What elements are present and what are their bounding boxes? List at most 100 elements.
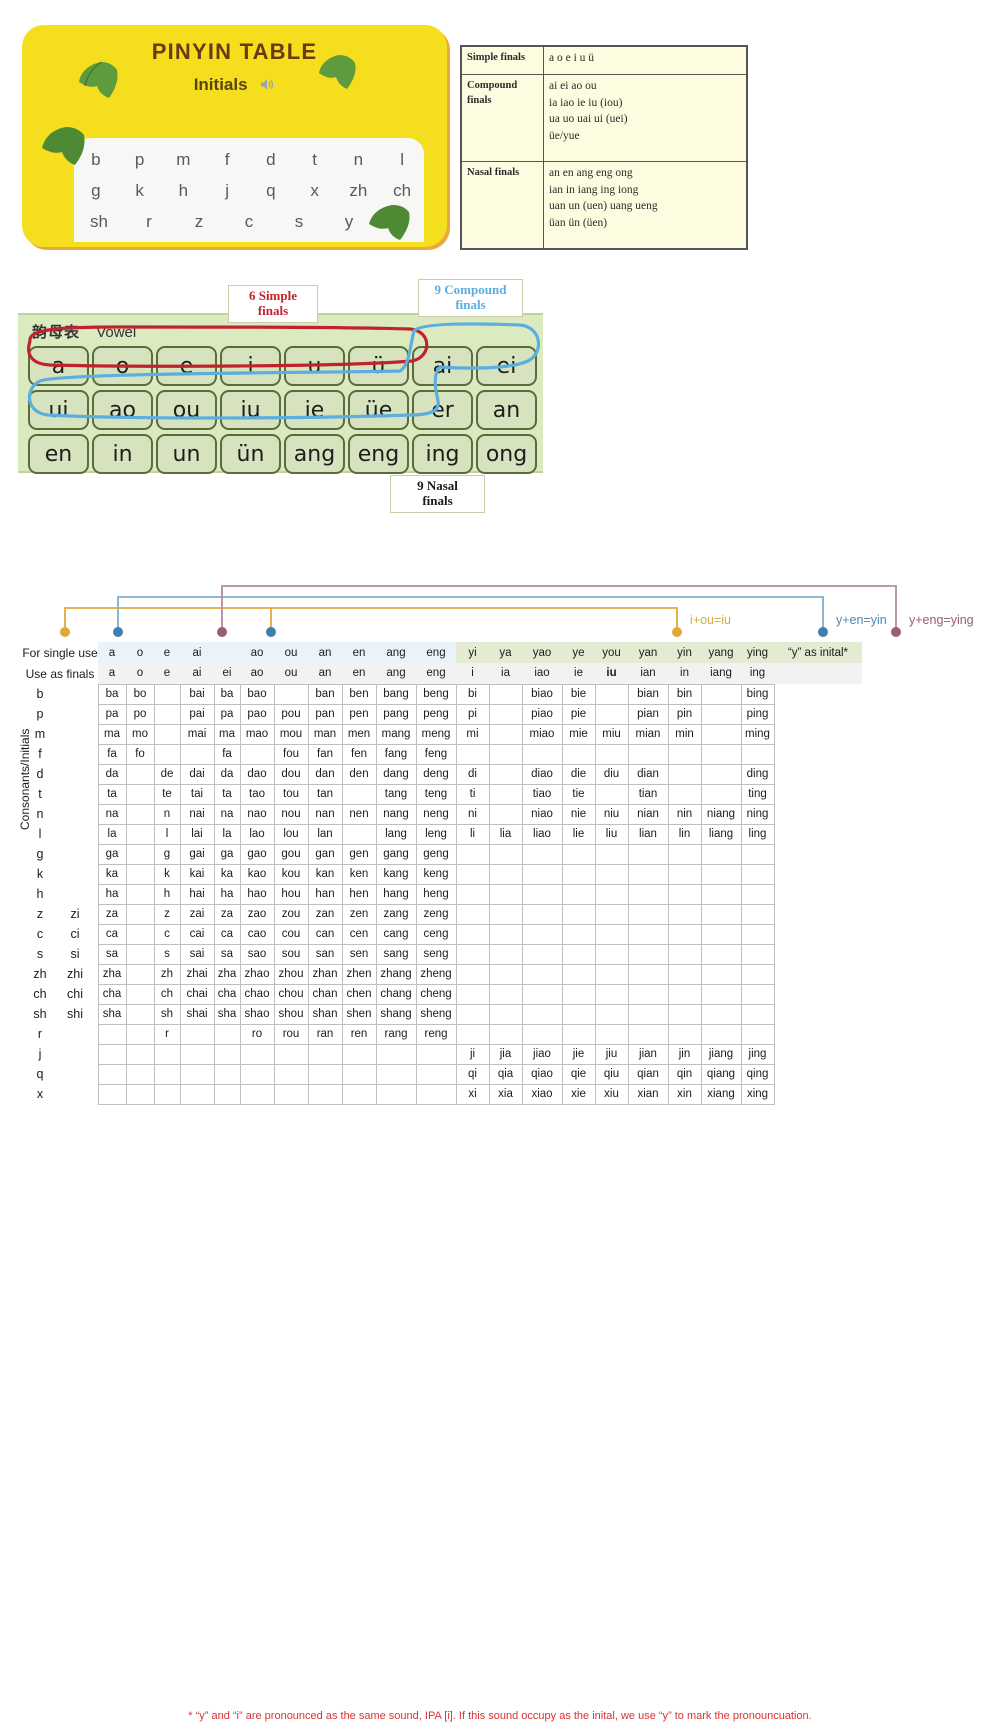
syllable-cell[interactable]: fa bbox=[213, 743, 241, 765]
syllable-cell[interactable]: keng bbox=[415, 863, 457, 885]
syllable-cell[interactable]: la bbox=[97, 823, 127, 845]
syllable-cell[interactable]: ba bbox=[97, 683, 127, 705]
syllable-cell[interactable]: sa bbox=[97, 943, 127, 965]
syllable-cell[interactable]: leng bbox=[415, 823, 457, 845]
syllable-cell[interactable]: gou bbox=[273, 843, 309, 865]
syllable-cell[interactable]: la bbox=[213, 823, 241, 845]
syllable-cell[interactable]: qing bbox=[740, 1063, 775, 1085]
syllable-cell[interactable]: qiu bbox=[594, 1063, 629, 1085]
syllable-cell[interactable]: zang bbox=[375, 903, 417, 925]
syllable-cell[interactable]: pao bbox=[239, 703, 275, 725]
syllable-cell[interactable]: dian bbox=[627, 763, 669, 785]
initial-h[interactable]: h bbox=[173, 181, 193, 201]
syllable-cell[interactable]: chen bbox=[341, 983, 377, 1005]
syllable-cell[interactable]: pan bbox=[307, 703, 343, 725]
syllable-cell[interactable]: chou bbox=[273, 983, 309, 1005]
syllable-cell[interactable]: xiu bbox=[594, 1083, 629, 1105]
syllable-cell[interactable]: rou bbox=[273, 1023, 309, 1045]
syllable-cell[interactable]: sen bbox=[341, 943, 377, 965]
syllable-cell[interactable]: ba bbox=[213, 683, 241, 705]
syllable-cell[interactable]: lao bbox=[239, 823, 275, 845]
syllable-cell[interactable]: lie bbox=[561, 823, 596, 845]
initial-zh[interactable]: zh bbox=[348, 181, 368, 201]
syllable-cell[interactable]: lin bbox=[667, 823, 702, 845]
syllable-cell[interactable]: han bbox=[307, 883, 343, 905]
syllable-cell[interactable]: cang bbox=[375, 923, 417, 945]
syllable-cell[interactable]: sang bbox=[375, 943, 417, 965]
syllable-cell[interactable]: po bbox=[125, 703, 155, 725]
syllable-cell[interactable]: fen bbox=[341, 743, 377, 765]
syllable-cell[interactable]: kao bbox=[239, 863, 275, 885]
syllable-cell[interactable]: nen bbox=[341, 803, 377, 825]
syllable-cell[interactable]: ca bbox=[97, 923, 127, 945]
initial-g[interactable]: g bbox=[86, 181, 106, 201]
syllable-cell[interactable]: mie bbox=[561, 723, 596, 745]
syllable-cell[interactable]: jiu bbox=[594, 1043, 629, 1065]
syllable-cell[interactable]: da bbox=[97, 763, 127, 785]
syllable-cell[interactable]: jia bbox=[488, 1043, 523, 1065]
syllable-cell[interactable]: ma bbox=[213, 723, 241, 745]
initial-c[interactable]: c bbox=[239, 212, 259, 232]
initial-q[interactable]: q bbox=[261, 181, 281, 201]
syllable-cell[interactable]: ling bbox=[740, 823, 775, 845]
syllable-cell[interactable]: xin bbox=[667, 1083, 702, 1105]
initial-b[interactable]: b bbox=[86, 150, 106, 170]
syllable-cell[interactable]: za bbox=[97, 903, 127, 925]
initial-l[interactable]: l bbox=[392, 150, 412, 170]
syllable-cell[interactable]: niu bbox=[594, 803, 629, 825]
syllable-cell[interactable]: ca bbox=[213, 923, 241, 945]
syllable-cell[interactable]: beng bbox=[415, 683, 457, 705]
syllable-cell[interactable]: zhou bbox=[273, 963, 309, 985]
syllable-cell[interactable]: shai bbox=[179, 1003, 215, 1025]
syllable-cell[interactable]: mi bbox=[455, 723, 490, 745]
syllable-cell[interactable]: zen bbox=[341, 903, 377, 925]
syllable-cell[interactable]: qi bbox=[455, 1063, 490, 1085]
syllable-cell[interactable]: lou bbox=[273, 823, 309, 845]
syllable-cell[interactable]: xia bbox=[488, 1083, 523, 1105]
syllable-cell[interactable]: chang bbox=[375, 983, 417, 1005]
syllable-cell[interactable]: zh bbox=[153, 963, 181, 985]
syllable-cell[interactable]: nai bbox=[179, 803, 215, 825]
initial-x[interactable]: x bbox=[305, 181, 325, 201]
syllable-cell[interactable]: kan bbox=[307, 863, 343, 885]
syllable-cell[interactable]: tian bbox=[627, 783, 669, 805]
syllable-cell[interactable]: ken bbox=[341, 863, 377, 885]
syllable-cell[interactable]: ro bbox=[239, 1023, 275, 1045]
syllable-cell[interactable]: tiao bbox=[521, 783, 563, 805]
syllable-cell[interactable]: ma bbox=[97, 723, 127, 745]
syllable-cell[interactable]: bo bbox=[125, 683, 155, 705]
syllable-cell[interactable]: gang bbox=[375, 843, 417, 865]
syllable-cell[interactable]: lai bbox=[179, 823, 215, 845]
syllable-cell[interactable]: bai bbox=[179, 683, 215, 705]
syllable-cell[interactable]: chai bbox=[179, 983, 215, 1005]
initial-d[interactable]: d bbox=[261, 150, 281, 170]
syllable-cell[interactable]: teng bbox=[415, 783, 457, 805]
syllable-cell[interactable]: qiao bbox=[521, 1063, 563, 1085]
syllable-cell[interactable]: chan bbox=[307, 983, 343, 1005]
syllable-cell[interactable]: tao bbox=[239, 783, 275, 805]
syllable-cell[interactable]: piao bbox=[521, 703, 563, 725]
syllable-cell[interactable]: xi bbox=[455, 1083, 490, 1105]
syllable-cell[interactable]: dao bbox=[239, 763, 275, 785]
syllable-cell[interactable]: ta bbox=[97, 783, 127, 805]
initial-k[interactable]: k bbox=[130, 181, 150, 201]
syllable-cell[interactable]: hao bbox=[239, 883, 275, 905]
syllable-cell[interactable]: zhang bbox=[375, 963, 417, 985]
syllable-cell[interactable]: bing bbox=[740, 683, 775, 705]
syllable-cell[interactable]: peng bbox=[415, 703, 457, 725]
syllable-cell[interactable]: pa bbox=[97, 703, 127, 725]
initial-ch[interactable]: ch bbox=[392, 181, 412, 201]
syllable-cell[interactable]: shang bbox=[375, 1003, 417, 1025]
syllable-cell[interactable]: nie bbox=[561, 803, 596, 825]
syllable-cell[interactable]: miu bbox=[594, 723, 629, 745]
syllable-cell[interactable]: zou bbox=[273, 903, 309, 925]
syllable-cell[interactable]: gao bbox=[239, 843, 275, 865]
syllable-cell[interactable]: niang bbox=[700, 803, 742, 825]
syllable-cell[interactable]: ben bbox=[341, 683, 377, 705]
syllable-cell[interactable]: pin bbox=[667, 703, 702, 725]
syllable-cell[interactable]: ka bbox=[97, 863, 127, 885]
syllable-cell[interactable]: min bbox=[667, 723, 702, 745]
syllable-cell[interactable]: ban bbox=[307, 683, 343, 705]
syllable-cell[interactable]: na bbox=[213, 803, 241, 825]
syllable-cell[interactable]: jing bbox=[740, 1043, 775, 1065]
